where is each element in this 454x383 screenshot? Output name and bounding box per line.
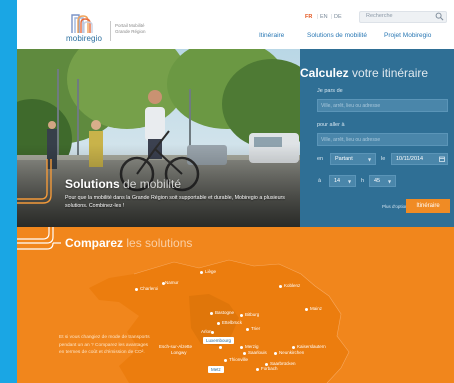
city-namur[interactable]: Namur — [165, 280, 179, 285]
map-dot — [256, 368, 259, 371]
city-bastogne[interactable]: Bastogne — [215, 310, 234, 315]
map-dot — [274, 352, 277, 355]
itinerary-submit-button[interactable]: Itinéraire — [406, 199, 450, 213]
map-dot — [240, 314, 243, 317]
city-mainz[interactable]: Mainz — [310, 306, 322, 311]
brand-tagline-line2: Grande Région — [115, 29, 146, 34]
hero-title-bold: Solutions — [65, 177, 120, 191]
lang-separator: | — [331, 14, 333, 20]
nav-itineraire[interactable]: Itinéraire — [259, 32, 284, 39]
city-ettelbruck[interactable]: Ettelbrück — [222, 320, 242, 325]
at-label: à — [318, 178, 322, 184]
city-trier[interactable]: Trier — [251, 326, 260, 331]
date-label: le — [381, 156, 386, 162]
minute-value: 45 — [374, 178, 381, 184]
city-metz[interactable]: Metz — [208, 366, 224, 373]
search-placeholder: Recherche — [366, 13, 393, 19]
map-dot — [219, 346, 222, 349]
map-dot — [224, 359, 227, 362]
map-dot — [240, 346, 243, 349]
from-label: Je pars de — [317, 88, 343, 94]
page: mobiregio Portail Mobilité Grande Région… — [17, 0, 454, 383]
city-arlon[interactable]: Arlon — [201, 329, 212, 334]
to-label: pour aller à — [317, 122, 345, 128]
city-bitburg[interactable]: Bitburg — [245, 312, 259, 317]
hero-title: Solutions de mobilité — [65, 177, 181, 191]
city-luxembourg[interactable]: Luxembourg — [203, 337, 235, 344]
calculator-title-bold: Calculez — [300, 66, 349, 80]
logo-icon[interactable] — [69, 12, 95, 33]
city-saarlouis[interactable]: Saarlouis — [248, 350, 267, 355]
map-dot — [217, 322, 220, 325]
city-thionville[interactable]: Thionville — [229, 357, 248, 362]
brand-tagline: Portail Mobilité Grande Région — [115, 23, 146, 35]
chevron-down-icon: ▼ — [368, 157, 372, 162]
map-dot — [135, 288, 138, 291]
compare-title-light: les solutions — [126, 236, 193, 250]
chevron-down-icon: ▼ — [348, 179, 352, 184]
city-kaiserslautern[interactable]: Kaiserslautern — [297, 344, 326, 349]
map-dot — [279, 285, 282, 288]
city-merzig[interactable]: Merzig — [245, 344, 259, 349]
map-dot — [292, 346, 295, 349]
hour-value: 14 — [334, 178, 341, 184]
calculator-title: Calculez votre itinéraire — [300, 66, 428, 80]
city-charleroi[interactable]: Charleroi — [140, 286, 158, 291]
grande-region-map[interactable] — [79, 256, 359, 383]
hero-title-light: de mobilité — [123, 177, 182, 191]
brand-name: mobiregio — [66, 34, 103, 43]
compare-title-bold: Comparez — [65, 236, 124, 250]
city-longwy[interactable]: Longwy — [171, 350, 187, 355]
logo-divider — [110, 21, 111, 41]
mode-value: Partant — [335, 156, 353, 162]
date-value: 10/11/2014 — [396, 156, 424, 162]
city-liege[interactable]: Liège — [205, 269, 216, 274]
lang-fr[interactable]: FR — [305, 14, 312, 20]
chevron-down-icon: ▼ — [388, 179, 392, 184]
to-placeholder: Ville, arrêt, lieu ou adresse — [321, 137, 381, 143]
city-koblenz[interactable]: Koblenz — [284, 283, 300, 288]
map-dot — [210, 312, 213, 315]
map-dot — [200, 271, 203, 274]
from-placeholder: Ville, arrêt, lieu ou adresse — [321, 103, 381, 109]
map-dot — [246, 328, 249, 331]
en-label: en — [317, 156, 324, 162]
city-esch-sur-alzette[interactable]: Esch-sur-Alzette — [159, 344, 192, 349]
calculator-title-light: votre itinéraire — [352, 66, 429, 80]
compare-title: Comparez les solutions — [65, 236, 192, 250]
h-label: h — [361, 178, 365, 184]
ornament-lines — [17, 227, 61, 250]
nav-projet[interactable]: Projet Mobiregio — [384, 32, 431, 39]
search-icon[interactable] — [435, 12, 444, 21]
map-dot — [243, 352, 246, 355]
hero-description: Pour que la mobilité dans la Grande Régi… — [65, 195, 285, 209]
lang-separator: | — [317, 14, 319, 20]
city-forbach[interactable]: Forbach — [261, 366, 278, 371]
lang-en[interactable]: EN — [320, 14, 328, 20]
calendar-icon[interactable] — [439, 156, 445, 162]
city-neunkirchen[interactable]: Neunkirchen — [279, 350, 304, 355]
lang-de[interactable]: DE — [334, 14, 342, 20]
compare-description: Et si vous changiez de mode de transport… — [59, 335, 150, 355]
nav-solutions[interactable]: Solutions de mobilité — [307, 32, 367, 39]
map-dot — [305, 308, 308, 311]
